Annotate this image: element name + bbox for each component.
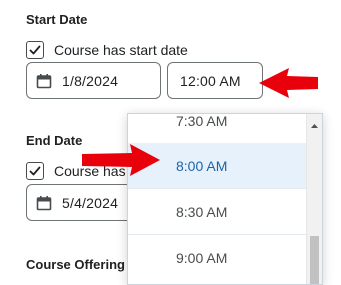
scrollbar-thumb[interactable]: [310, 236, 319, 284]
start-date-checkbox-row[interactable]: Course has start date: [26, 40, 188, 60]
calendar-icon: [36, 195, 52, 210]
annotation-arrow-icon: [82, 144, 160, 176]
start-date-input[interactable]: 1/8/2024: [26, 62, 161, 99]
annotation-arrow-icon: [259, 68, 318, 98]
end-date-checkbox[interactable]: [26, 162, 44, 180]
time-option-label: 8:00 AM: [176, 157, 228, 174]
start-time-input[interactable]: 12:00 AM: [167, 62, 263, 99]
time-option-label: 7:30 AM: [176, 113, 228, 129]
end-date-value: 5/4/2024: [62, 194, 119, 211]
end-date-heading: End Date: [26, 133, 83, 148]
calendar-icon: [36, 73, 52, 88]
checkmark-icon: [29, 166, 41, 176]
time-option[interactable]: 8:30 AM: [128, 189, 306, 235]
start-date-checkbox-label: Course has start date: [54, 42, 188, 58]
start-date-heading: Start Date: [26, 12, 88, 27]
time-option[interactable]: 7:30 AM: [128, 113, 306, 144]
time-option-label: 9:00 AM: [176, 249, 228, 266]
time-option-label: 8:30 AM: [176, 203, 228, 220]
start-date-checkbox[interactable]: [26, 41, 44, 59]
dropdown-scrollbar[interactable]: [306, 114, 322, 284]
course-offering-heading: Course Offering P: [26, 257, 138, 272]
time-dropdown-list[interactable]: 7:30 AM 8:00 AM 8:30 AM 9:00 AM: [127, 113, 323, 285]
scroll-up-arrow-icon[interactable]: [310, 122, 319, 130]
checkmark-icon: [29, 45, 41, 55]
start-date-value: 1/8/2024: [62, 72, 119, 89]
start-time-value: 12:00 AM: [180, 72, 241, 89]
time-option[interactable]: 9:00 AM: [128, 235, 306, 280]
